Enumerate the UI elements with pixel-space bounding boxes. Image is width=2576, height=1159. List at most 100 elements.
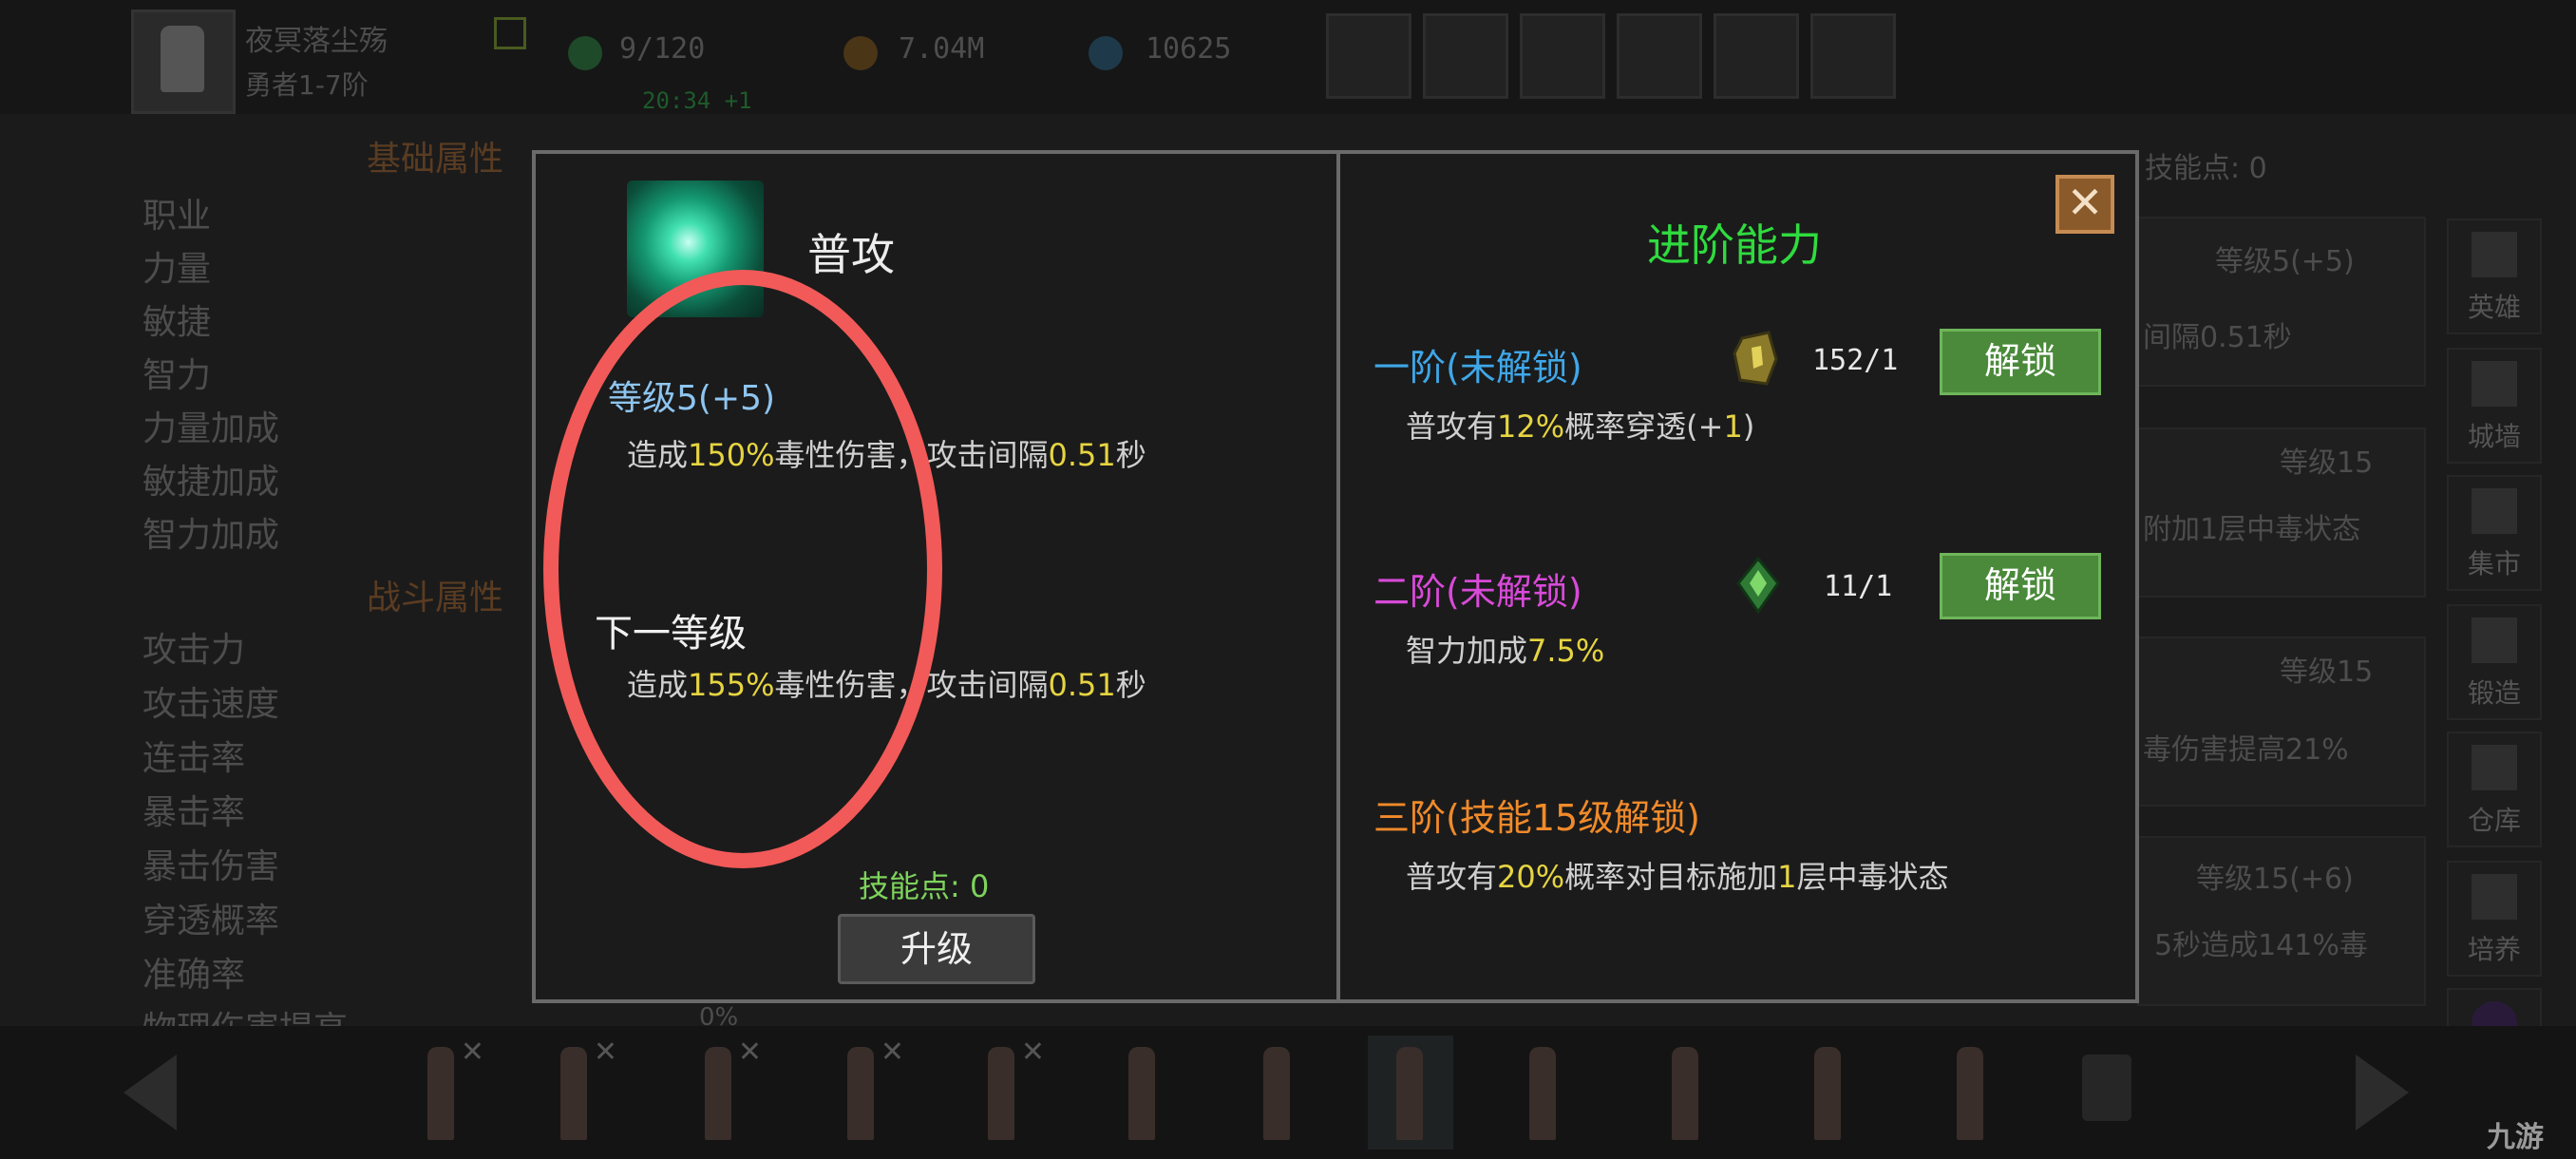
- nav-label: 锻造: [2467, 677, 2521, 709]
- nav-hero[interactable]: 英雄: [2447, 218, 2542, 334]
- attr-label: 攻击速度: [142, 685, 280, 724]
- shop-cart-icon[interactable]: [1326, 13, 1411, 99]
- hero-slot[interactable]: [1501, 1036, 1586, 1150]
- next-page-arrow-icon[interactable]: [2356, 1054, 2409, 1130]
- attr-label: 力量加成: [142, 409, 280, 448]
- skill-dialog: 普攻 等级5(+5) 造成150%毒性伤害，攻击间隔0.51秒 下一等级 造成1…: [532, 150, 2139, 1003]
- upgrade-button[interactable]: 升级: [838, 914, 1035, 984]
- bg-card-level: 等级5(+5): [2215, 245, 2355, 278]
- stamina-timer: 20:34 +1: [642, 87, 752, 114]
- wall-icon: [2472, 361, 2517, 407]
- diamond-value: 10625: [1146, 32, 1232, 66]
- hero-slot-selected[interactable]: [1368, 1036, 1453, 1150]
- nav-wall[interactable]: 城墙: [2447, 348, 2542, 464]
- nav-label: 英雄: [2467, 292, 2521, 323]
- current-level-desc: 造成150%毒性伤害，攻击间隔0.51秒: [627, 437, 1146, 473]
- tier2-unlock-button[interactable]: 解锁: [1940, 553, 2101, 619]
- dialog-divider: [1336, 154, 1340, 999]
- tier3-title: 三阶(技能15级解锁): [1373, 797, 1701, 839]
- bg-card-text: 附加1层中毒状态: [2143, 513, 2361, 546]
- stamina-value: 9/120: [619, 32, 706, 66]
- skill-name: 普攻: [807, 229, 895, 280]
- bg-skill-card[interactable]: 等级15 附加1层中毒状态: [2137, 428, 2426, 598]
- player-name: 夜冥落尘殇: [245, 25, 388, 58]
- attr-label: 准确率: [142, 956, 246, 995]
- nav-forge[interactable]: 锻造: [2447, 604, 2542, 720]
- bg-card-level: 等级15(+6): [2196, 863, 2354, 896]
- bg-skill-card[interactable]: 等级15(+6) 5秒造成141%毒: [2137, 836, 2426, 1006]
- tier1-unlock-button[interactable]: 解锁: [1940, 329, 2101, 395]
- player-rank: 勇者1-7阶: [245, 69, 369, 101]
- player-avatar[interactable]: [131, 10, 236, 114]
- attr-label: 攻击力: [142, 631, 246, 670]
- hero-slot[interactable]: [1235, 1036, 1320, 1150]
- hero-slot[interactable]: ✕: [532, 1036, 617, 1150]
- tier3-desc: 普攻有20%概率对目标施加1层中毒状态: [1406, 859, 1949, 895]
- hero-slot[interactable]: ✕: [676, 1036, 762, 1150]
- attr-label: 职业: [142, 197, 212, 236]
- gold-value: 7.04M: [899, 32, 985, 66]
- hero-slot[interactable]: [1100, 1036, 1185, 1150]
- combat-attributes-heading: 战斗属性: [367, 579, 504, 618]
- anvil-icon: [2472, 618, 2517, 663]
- hero-slot[interactable]: [1786, 1036, 1871, 1150]
- hero-slot[interactable]: ✕: [959, 1036, 1045, 1150]
- bg-card-text: 5秒造成141%毒: [2154, 929, 2368, 962]
- tier1-title: 一阶(未解锁): [1373, 347, 1582, 389]
- attr-label: 敏捷加成: [142, 463, 280, 502]
- attr-label: 连击率: [142, 739, 246, 778]
- combat-attributes-list: 攻击力 攻击速度 连击率 暴击率 暴击伤害 穿透概率 准确率 物理伤害提高: [142, 623, 348, 1056]
- green-gem-icon: [1736, 557, 1780, 614]
- rune-stone-icon: [1733, 331, 1778, 386]
- stamina-icon: [568, 36, 602, 70]
- nav-market[interactable]: 集市: [2447, 475, 2542, 591]
- attr-label: 穿透概率: [142, 902, 280, 940]
- bg-card-level: 等级15: [2280, 446, 2374, 480]
- attr-label: 力量: [142, 250, 212, 289]
- poison-swirl-icon: [627, 180, 764, 317]
- wheel-icon[interactable]: [1714, 13, 1799, 99]
- tier2-cost: 11/1: [1824, 570, 1893, 603]
- attr-label: 智力加成: [142, 516, 280, 555]
- nav-label: 城墙: [2467, 421, 2521, 452]
- market-icon: [2472, 488, 2517, 534]
- diamond-icon: [1089, 36, 1123, 70]
- lock-icon: [2082, 1054, 2131, 1121]
- mail-icon[interactable]: [1423, 13, 1508, 99]
- nav-warehouse[interactable]: 仓库: [2447, 732, 2542, 847]
- tier1-desc: 普攻有12%概率穿透(+1): [1406, 408, 1755, 445]
- attr-label: 暴击率: [142, 793, 246, 832]
- edit-name-icon[interactable]: [494, 17, 526, 49]
- close-button[interactable]: ✕: [2055, 175, 2114, 234]
- gamepad-icon[interactable]: [1520, 13, 1605, 99]
- event-icon[interactable]: [1810, 13, 1896, 99]
- settings-gear-icon[interactable]: [1617, 13, 1702, 99]
- tier2-desc: 智力加成7.5%: [1406, 633, 1605, 669]
- hero-slot[interactable]: ✕: [819, 1036, 904, 1150]
- hero-slot[interactable]: ✕: [399, 1036, 484, 1150]
- skill-points-label: 技能点: 0: [859, 868, 990, 904]
- hero-slot[interactable]: [1643, 1036, 1729, 1150]
- bg-card-level: 等级15: [2280, 656, 2374, 689]
- hero-icon: [2472, 232, 2517, 277]
- advanced-ability-title: 进阶能力: [1647, 219, 1822, 271]
- bg-skill-card[interactable]: 等级15 毒伤害提高21%: [2137, 636, 2426, 807]
- attr-label: 智力: [142, 356, 212, 395]
- basic-attributes-list: 职业 力量 敏捷 智力 力量加成 敏捷加成 智力加成: [142, 190, 279, 562]
- bg-skill-card[interactable]: 等级5(+5) 间隔0.51秒: [2137, 217, 2426, 387]
- nav-label: 集市: [2467, 548, 2521, 580]
- tier1-cost: 152/1: [1812, 344, 1899, 377]
- warehouse-icon: [2472, 745, 2517, 790]
- next-level-desc: 造成155%毒性伤害，攻击间隔0.51秒: [627, 667, 1146, 703]
- basic-attributes-heading: 基础属性: [367, 140, 504, 179]
- attr-label: 敏捷: [142, 303, 212, 342]
- nav-label: 仓库: [2467, 805, 2521, 836]
- next-level-title: 下一等级: [595, 612, 747, 656]
- prev-page-arrow-icon[interactable]: [123, 1054, 177, 1130]
- nav-label: 培养: [2467, 934, 2521, 965]
- nav-train[interactable]: 培养: [2447, 861, 2542, 977]
- hero-slot[interactable]: [1928, 1036, 2014, 1150]
- train-icon: [2472, 874, 2517, 920]
- bg-card-text: 毒伤害提高21%: [2143, 733, 2349, 767]
- current-level: 等级5(+5): [608, 379, 776, 418]
